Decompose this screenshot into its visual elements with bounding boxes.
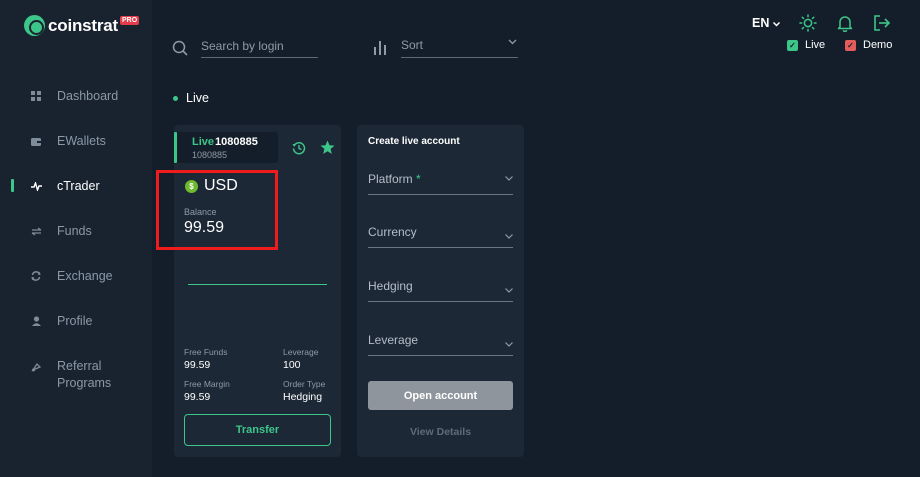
leverage-field-label: Leverage [368,333,419,347]
pro-badge: PRO [120,16,140,25]
balance-chart-line [188,284,327,285]
account-number: 1080885 [215,136,258,148]
platform-label: Platform * [368,172,421,186]
user-icon [30,315,42,327]
live-toggle[interactable]: ✓ Live [787,39,825,51]
free-margin-label: Free Margin [184,379,230,389]
free-funds-label: Free Funds [184,347,228,357]
section-title-text: Live [186,91,209,105]
chevron-down-icon [772,21,780,27]
required-marker: * [416,172,421,186]
sidebar-item-dashboard[interactable]: Dashboard [30,89,118,103]
logo-icon [24,15,45,36]
search-input[interactable]: Search by login [201,39,284,53]
search-icon [172,40,188,56]
sidebar-item-profile[interactable]: Profile [30,314,92,328]
chevron-down-icon [505,234,513,239]
create-account-form: Create live account Platform * Currency … [357,125,524,457]
sidebar: coinstrat PRO Dashboard EWallets cTrader… [0,0,152,477]
sidebar-item-label: Referral Programs [57,358,111,392]
wallet-icon [30,135,42,147]
sun-icon[interactable] [799,14,817,32]
account-tab[interactable]: Live 1080885 1080885 [174,132,278,163]
platform-label-text: Platform [368,172,413,186]
order-type-stat: Order Type Hedging [283,379,325,403]
language-label: EN [752,16,770,30]
refresh-icon [30,270,42,282]
logo[interactable]: coinstrat PRO [24,15,140,36]
referral-icon [30,361,42,373]
form-title: Create live account [368,136,460,147]
demo-toggle[interactable]: ✓ Demo [845,39,892,51]
highlight-box [156,170,278,250]
pulse-icon [30,180,42,192]
order-type-label: Order Type [283,379,326,389]
account-tab-indicator [174,132,177,163]
sidebar-item-label: cTrader [57,179,100,193]
field-underline [368,247,513,248]
account-type: Live [192,136,215,148]
sidebar-item-label: Funds [57,224,92,238]
checkbox-icon[interactable]: ✓ [845,39,856,51]
grid-icon [30,90,42,102]
leverage-value: 100 [283,359,301,371]
free-funds-value: 99.59 [184,359,211,371]
free-funds-stat: Free Funds 99.59 [184,347,227,371]
transfer-button[interactable]: Transfer [184,414,331,446]
checkbox-icon[interactable]: ✓ [787,39,798,51]
sort-placeholder: Sort [401,38,424,52]
sidebar-item-referral[interactable]: Referral Programs [30,358,111,392]
free-margin-stat: Free Margin 99.59 [184,379,230,403]
brand-name: coinstrat [48,15,118,35]
leverage-label: Leverage [283,347,319,357]
live-toggle-label: Live [805,39,826,51]
demo-toggle-label: Demo [863,39,893,51]
search-underline [201,57,318,58]
currency-label: Currency [368,225,417,239]
chevron-down-icon [505,342,513,347]
field-underline [368,355,513,356]
status-dot [173,95,178,101]
free-margin-value: 99.59 [184,391,211,403]
sidebar-item-label: EWallets [57,134,106,148]
field-underline [368,194,513,195]
sidebar-item-ctrader[interactable]: cTrader [30,179,100,193]
sidebar-item-label: Dashboard [57,89,119,103]
section-title: Live [173,91,209,105]
language-selector[interactable]: EN [752,16,780,30]
sidebar-item-label: Exchange [57,269,113,283]
leverage-stat: Leverage 100 [283,347,318,371]
open-account-button[interactable]: Open account [368,381,513,410]
chevron-down-icon [505,176,513,181]
star-icon[interactable] [320,140,335,155]
order-type-value: Hedging [283,391,323,403]
history-icon[interactable] [292,141,306,155]
referral-label-line1: Referral [57,359,102,373]
field-underline [368,301,513,302]
sort-underline [401,57,518,58]
swap-icon [30,225,42,237]
chevron-down-icon [508,39,517,45]
sidebar-item-ewallets[interactable]: EWallets [30,134,106,148]
bar-chart-icon [374,41,386,55]
sidebar-item-funds[interactable]: Funds [30,224,92,238]
chevron-down-icon [505,288,513,293]
sidebar-item-exchange[interactable]: Exchange [30,269,113,283]
logout-icon[interactable] [873,14,891,32]
view-details-link[interactable]: View Details [357,426,524,438]
active-indicator [11,179,14,192]
hedging-label: Hedging [368,279,413,293]
bell-icon[interactable] [836,14,854,32]
account-login: 1080885 [192,150,228,160]
referral-label-line2: Programs [57,376,112,390]
sidebar-item-label: Profile [57,314,93,328]
